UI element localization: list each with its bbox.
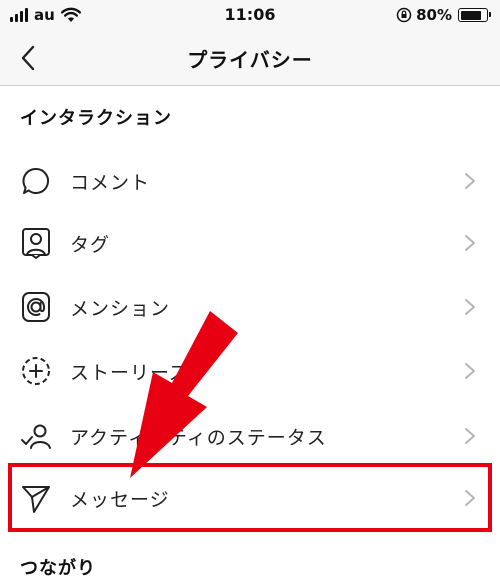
- row-label: ストーリーズ: [70, 361, 190, 384]
- tag-person-icon: [22, 228, 50, 259]
- chevron-right-icon: [465, 363, 475, 379]
- row-stories[interactable]: ストーリーズ: [0, 340, 500, 402]
- battery-percent: 80%: [416, 6, 452, 24]
- row-label: コメント: [70, 171, 151, 194]
- row-label: アクティビティのステータス: [70, 426, 327, 449]
- row-label: タグ: [70, 233, 111, 256]
- chevron-right-icon: [465, 235, 475, 251]
- section-header-connections: つながり: [20, 558, 96, 579]
- battery-icon: [458, 8, 491, 22]
- at-sign-icon: [22, 292, 50, 322]
- row-activity-status[interactable]: アクティビティのステータス: [0, 405, 500, 467]
- row-messages[interactable]: メッセージ: [0, 467, 500, 529]
- status-bar: au 11:06 80%: [0, 0, 500, 30]
- row-tags[interactable]: タグ: [0, 212, 500, 274]
- row-label: メッセージ: [70, 488, 170, 511]
- navigation-bar: プライバシー: [0, 30, 500, 86]
- story-add-icon: [22, 357, 50, 385]
- chevron-right-icon: [465, 428, 475, 444]
- paper-plane-icon: [22, 486, 50, 513]
- section-header-interaction: インタラクション: [20, 108, 172, 129]
- status-right: 80%: [396, 5, 491, 25]
- activity-status-icon: [21, 424, 51, 449]
- chevron-right-icon: [465, 173, 475, 189]
- comment-bubble-icon: [22, 167, 50, 194]
- chevron-right-icon: [465, 299, 475, 315]
- page-title: プライバシー: [187, 48, 313, 72]
- row-mentions[interactable]: メンション: [0, 276, 500, 338]
- orientation-lock-icon: [396, 7, 412, 23]
- row-comments[interactable]: コメント: [0, 150, 500, 212]
- chevron-right-icon: [465, 490, 475, 506]
- row-label: メンション: [70, 297, 171, 320]
